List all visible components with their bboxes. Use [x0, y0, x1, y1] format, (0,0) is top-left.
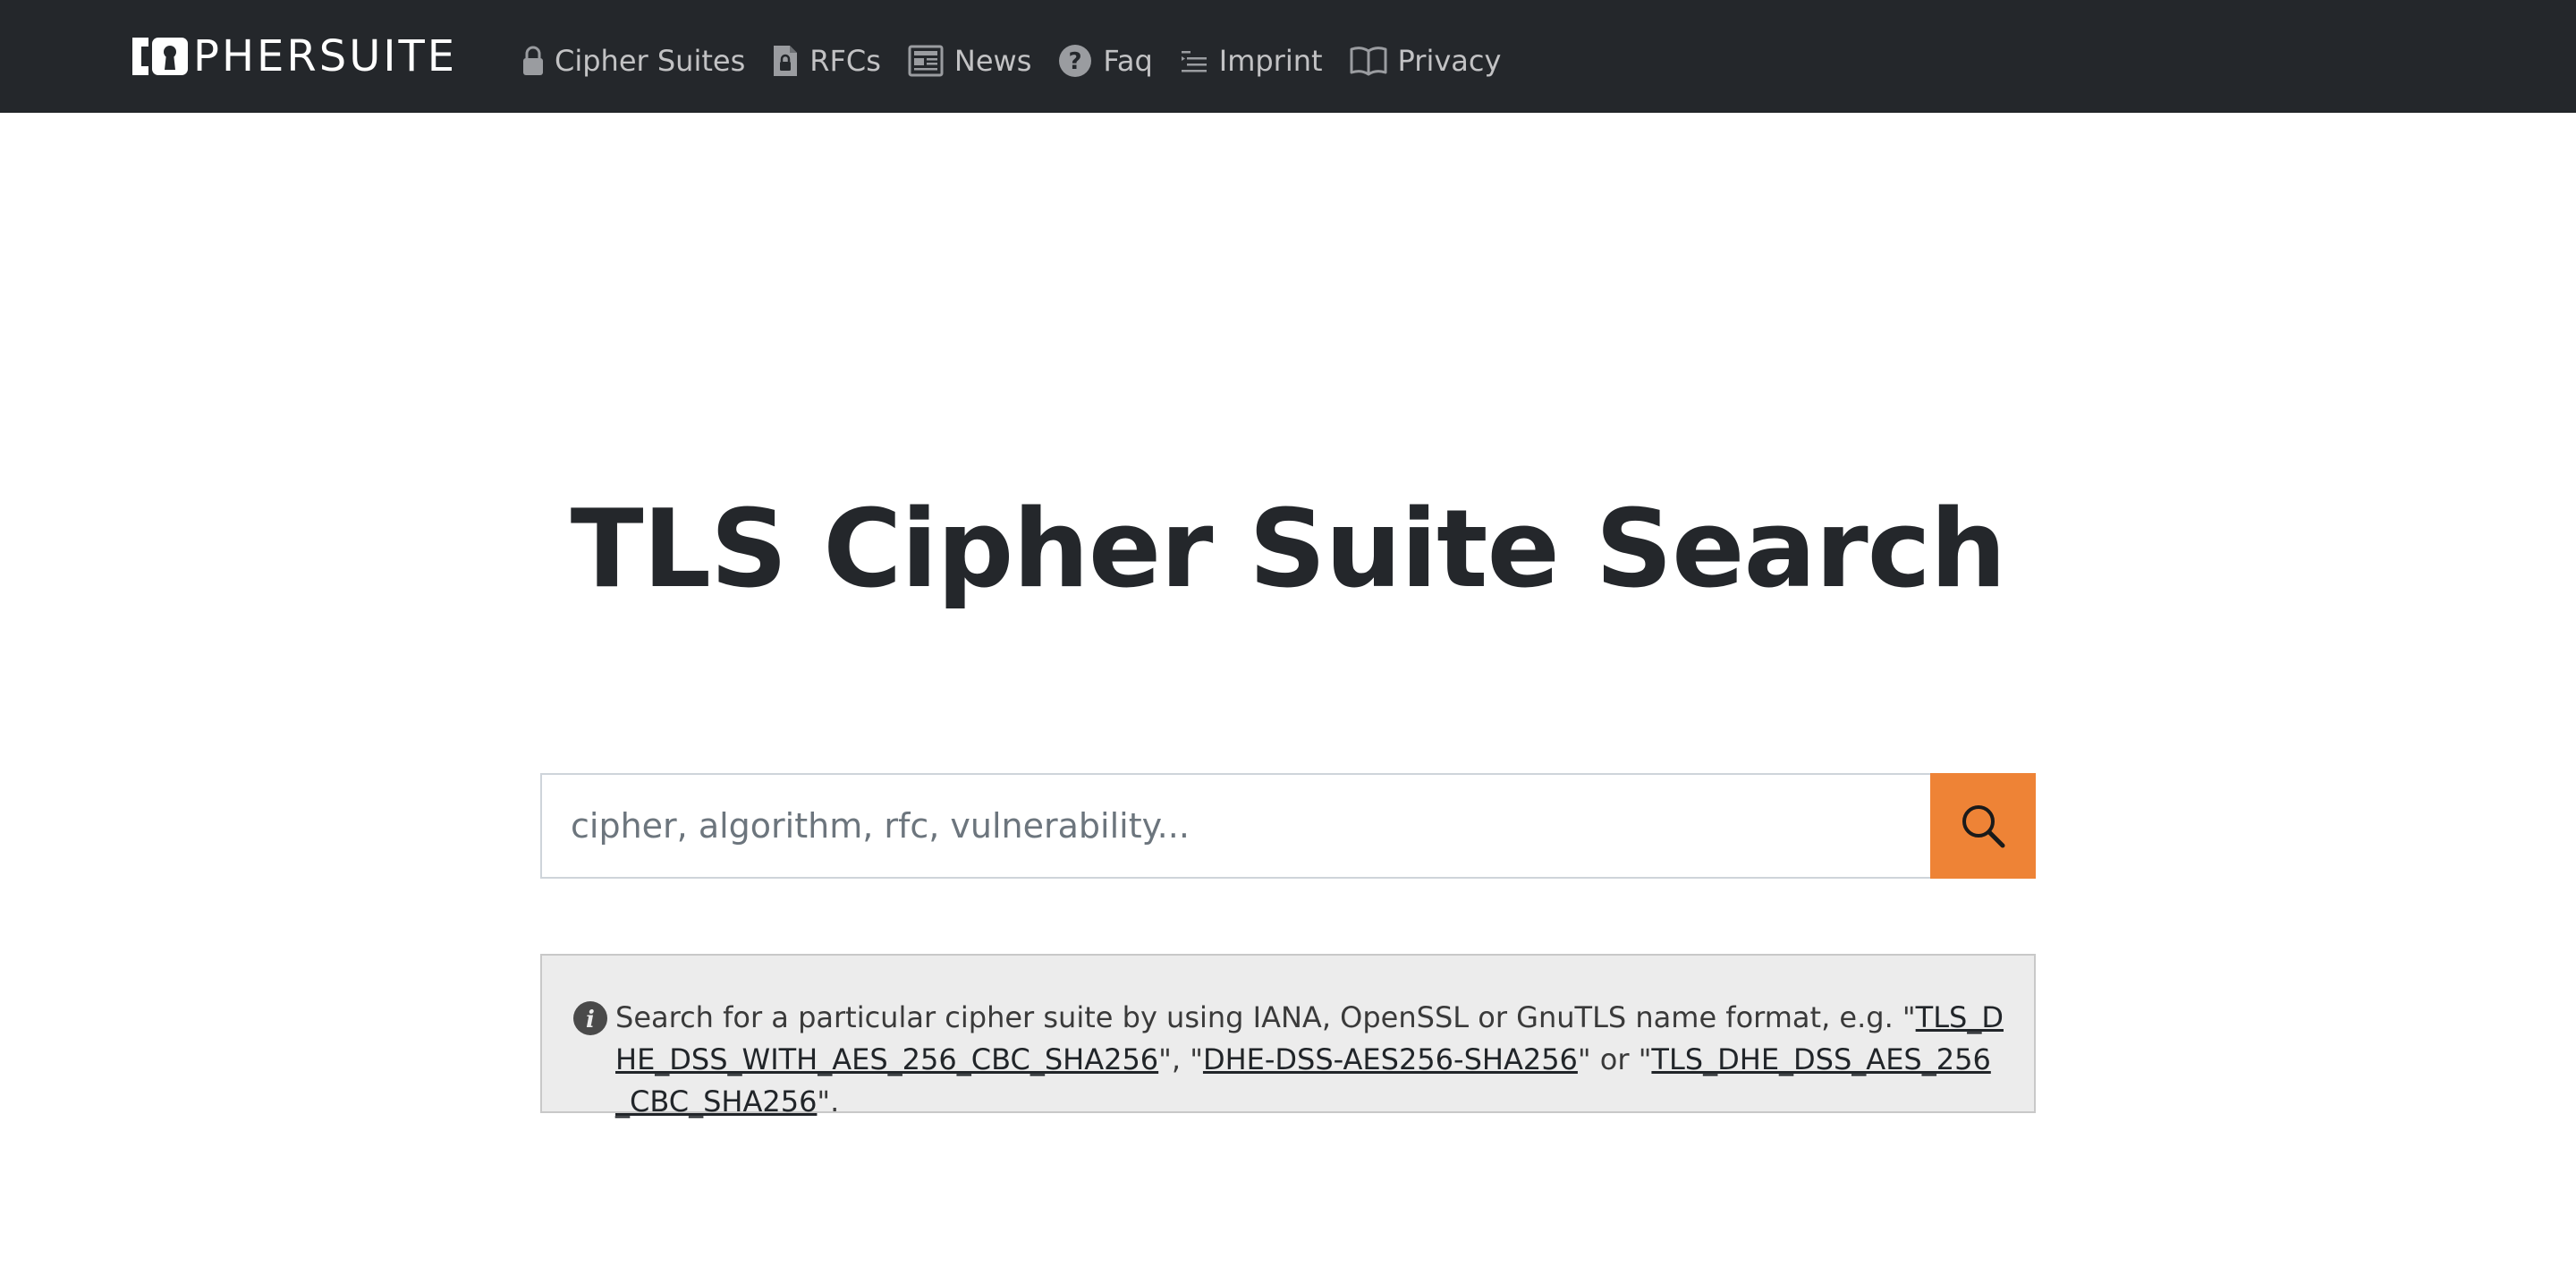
- open-book-icon: [1350, 46, 1387, 76]
- svg-text:?: ?: [1069, 48, 1082, 75]
- hint-outro: ".: [817, 1084, 840, 1118]
- brand-name: PHERSUITE: [193, 31, 458, 81]
- svg-text:i: i: [586, 1007, 595, 1033]
- brand-logo-link[interactable]: PHERSUITE: [129, 34, 457, 79]
- nav-item-faq[interactable]: ? Faq: [1058, 36, 1153, 86]
- hint-separator-2: " or ": [1577, 1042, 1652, 1076]
- search-hint-text: Search for a particular cipher suite by …: [615, 997, 2004, 1123]
- search-button[interactable]: [1930, 773, 2036, 879]
- newspaper-icon: [908, 45, 944, 77]
- example-openssl-link[interactable]: DHE-DSS-AES256-SHA256: [1203, 1042, 1578, 1076]
- nav-label-news: News: [953, 44, 1032, 78]
- nav-item-news[interactable]: News: [908, 36, 1031, 86]
- nav-label-cipher-suites: Cipher Suites: [555, 44, 746, 78]
- search-form: [540, 773, 2036, 879]
- nav-menu: Cipher Suites RFCs News ? Faq Imprint Pr…: [522, 36, 1528, 86]
- nav-item-privacy[interactable]: Privacy: [1350, 36, 1502, 86]
- keyhole-logo-icon: [132, 38, 188, 75]
- nav-label-privacy: Privacy: [1397, 44, 1502, 78]
- nav-item-cipher-suites[interactable]: Cipher Suites: [522, 36, 745, 86]
- page-title: TLS Cipher Suite Search: [570, 488, 2006, 612]
- search-input[interactable]: [540, 773, 1930, 879]
- hint-separator-1: ", ": [1158, 1042, 1203, 1076]
- list-lines-icon: [1180, 47, 1208, 74]
- nav-item-rfcs[interactable]: RFCs: [772, 36, 881, 86]
- nav-label-rfcs: RFCs: [809, 44, 881, 78]
- search-icon: [1962, 805, 2005, 848]
- document-lock-icon: [772, 44, 799, 78]
- info-icon: i: [573, 1001, 607, 1035]
- lock-icon: [522, 45, 544, 77]
- nav-item-imprint[interactable]: Imprint: [1180, 36, 1323, 86]
- nav-label-faq: Faq: [1103, 44, 1153, 78]
- top-navbar: PHERSUITE Cipher Suites RFCs News ? Faq …: [0, 0, 2576, 113]
- question-circle-icon: ?: [1058, 44, 1092, 78]
- nav-label-imprint: Imprint: [1218, 44, 1323, 78]
- search-hint-box: i Search for a particular cipher suite b…: [540, 954, 2036, 1118]
- hint-intro: Search for a particular cipher suite by …: [615, 1000, 1916, 1034]
